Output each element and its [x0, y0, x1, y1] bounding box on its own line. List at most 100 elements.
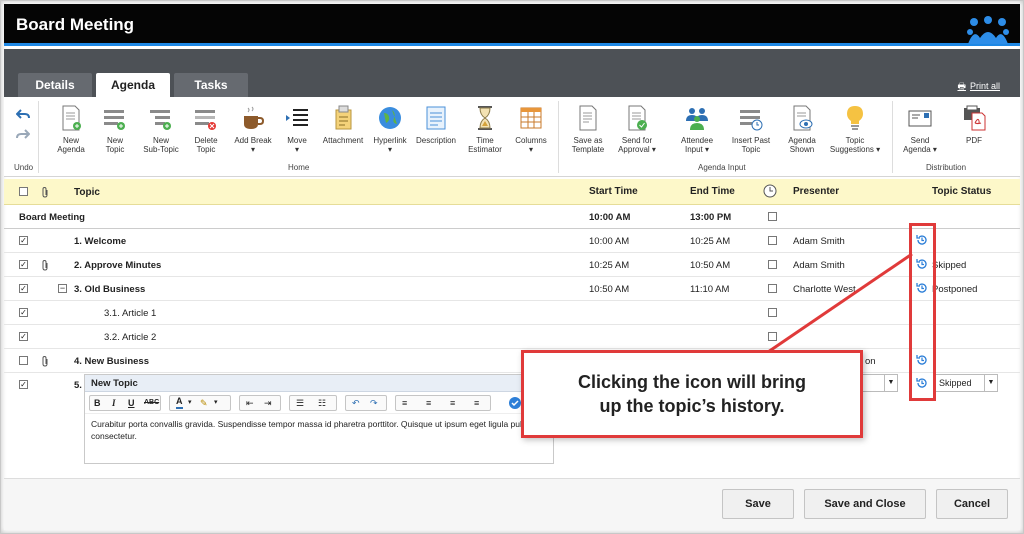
agenda-shown-button[interactable]: Agenda Shown	[782, 105, 822, 154]
align-left-icon[interactable]: ≡	[402, 396, 407, 410]
align-center-icon[interactable]: ≡	[426, 396, 431, 410]
add-break-button[interactable]: Add Break ▾	[230, 105, 276, 154]
description-label: Description	[415, 136, 456, 145]
spellcheck-icon[interactable]	[509, 397, 521, 409]
distribution-group-label: Distribution	[926, 163, 967, 172]
highlight-icon[interactable]: ✎	[200, 396, 208, 410]
col-presenter[interactable]: Presenter	[793, 186, 839, 197]
undo-icon[interactable]	[16, 109, 30, 121]
tab-details[interactable]: Details	[18, 73, 92, 97]
new-agenda-button[interactable]: New Agenda	[48, 105, 94, 154]
presenter-select[interactable]: ▼	[858, 374, 898, 392]
send-for-approval-button[interactable]: Send for Approval ▾	[614, 105, 660, 154]
attachment-icon	[335, 105, 352, 130]
callout-line-2: up the topic’s history.	[599, 396, 785, 416]
font-color-icon[interactable]: A	[176, 396, 183, 409]
paperclip-icon[interactable]	[41, 259, 49, 271]
columns-icon	[520, 107, 542, 129]
underline-icon[interactable]: U	[128, 396, 135, 410]
undo-edit-icon[interactable]: ↶	[352, 396, 360, 410]
topic-status-select[interactable]: Skipped ▼	[934, 374, 998, 392]
callout-line-1: Clicking the icon will bring	[577, 372, 806, 392]
col-start-time[interactable]: Start Time	[589, 186, 638, 197]
send-agenda-button[interactable]: Send Agenda ▾	[898, 105, 942, 154]
new-subtopic-button[interactable]: New Sub-Topic	[138, 105, 184, 154]
table-header: Topic Start Time End Time Presenter Topi…	[4, 179, 1020, 205]
move-button[interactable]: Move ▾	[280, 105, 314, 154]
printer-icon: 🖶	[957, 81, 966, 91]
hyperlink-button[interactable]: Hyperlink ▾	[370, 105, 410, 154]
indent-icon[interactable]: ⇥	[264, 396, 272, 410]
pdf-button[interactable]: PDF	[954, 105, 994, 145]
new-subtopic-icon	[150, 110, 171, 130]
topic-editor[interactable]: New Topic B I U ABC A ▾ ✎ ▾ ⇤ ⇥ ☰ ☷ ↶ ↷ …	[84, 374, 554, 464]
paperclip-icon[interactable]	[41, 355, 49, 367]
move-label: Move ▾	[287, 136, 307, 154]
strikethrough-icon[interactable]: ABC	[144, 396, 159, 410]
table-row[interactable]: Board Meeting 10:00 AM 13:00 PM	[4, 205, 1020, 229]
italic-icon[interactable]: I	[112, 396, 116, 410]
topic-suggestions-button[interactable]: Topic Suggestions ▾	[826, 105, 884, 154]
delete-topic-label: Delete Topic	[194, 136, 218, 154]
paperclip-icon	[42, 186, 48, 198]
new-topic-button[interactable]: New Topic	[96, 105, 134, 154]
highlight-dropdown-icon[interactable]: ▾	[214, 396, 218, 410]
row-checkbox[interactable]: ✓	[19, 332, 28, 341]
row-checkbox[interactable]: ✓	[19, 236, 28, 245]
col-topic[interactable]: Topic	[74, 187, 100, 198]
row-topic-title: 2. Approve Minutes	[74, 260, 162, 271]
send-agenda-label: Send Agenda ▾	[903, 136, 937, 154]
delete-topic-button[interactable]: Delete Topic	[186, 105, 226, 154]
lightbulb-icon	[847, 106, 863, 130]
home-group-label: Home	[288, 163, 310, 172]
columns-button[interactable]: Columns ▾	[510, 105, 552, 154]
row-time-checkbox[interactable]	[768, 236, 777, 245]
insert-past-topic-button[interactable]: Insert Past Topic	[724, 105, 778, 154]
cancel-button[interactable]: Cancel	[936, 489, 1008, 519]
title-bar: Board Meeting	[4, 4, 1020, 46]
row-topic-title: 3.1. Article 1	[104, 308, 157, 319]
row-checkbox[interactable]	[19, 356, 28, 365]
editor-toolbar: B I U ABC A ▾ ✎ ▾ ⇤ ⇥ ☰ ☷ ↶ ↷ ≡ ≡ ≡ ≡	[85, 392, 553, 414]
bullet-list-icon[interactable]: ☰	[296, 396, 304, 410]
row-time-checkbox[interactable]	[768, 212, 777, 221]
row-checkbox[interactable]: ✓	[19, 260, 28, 269]
print-all-link[interactable]: 🖶 Print all	[957, 79, 1004, 95]
attendee-input-button[interactable]: Attendee Input ▾	[674, 105, 720, 154]
bold-icon[interactable]: B	[94, 396, 101, 410]
align-justify-icon[interactable]: ≡	[450, 396, 455, 410]
row-end-time: 11:10 AM	[690, 284, 730, 295]
tab-tasks[interactable]: Tasks	[174, 73, 248, 97]
save-and-close-button[interactable]: Save and Close	[804, 489, 926, 519]
select-all-checkbox[interactable]	[19, 187, 28, 196]
row-checkbox[interactable]: ✓	[19, 380, 28, 389]
row-checkbox[interactable]: ✓	[19, 284, 28, 293]
row-checkbox[interactable]: ✓	[19, 308, 28, 317]
topic-description-textarea[interactable]: Curabitur porta convallis gravida. Suspe…	[85, 414, 553, 446]
collapse-icon[interactable]: −	[58, 284, 67, 293]
topic-status-value: Skipped	[939, 378, 972, 388]
hourglass-icon	[478, 106, 492, 130]
font-color-dropdown-icon[interactable]: ▾	[188, 396, 192, 410]
attachment-button[interactable]: Attachment	[318, 105, 368, 145]
add-break-label: Add Break ▾	[234, 136, 272, 154]
attendees-icon	[686, 108, 708, 130]
col-end-time[interactable]: End Time	[690, 186, 735, 197]
tab-agenda[interactable]: Agenda	[96, 73, 170, 97]
align-right-icon[interactable]: ≡	[474, 396, 479, 410]
new-topic-label: New Topic	[105, 136, 125, 154]
topic-title-input[interactable]: New Topic	[85, 375, 553, 392]
redo-edit-icon[interactable]: ↷	[370, 396, 378, 410]
description-button[interactable]: Description	[412, 105, 460, 145]
numbered-list-icon[interactable]: ☷	[318, 396, 326, 410]
save-button[interactable]: Save	[722, 489, 794, 519]
col-topic-status[interactable]: Topic Status	[932, 186, 991, 197]
redo-icon[interactable]	[16, 129, 30, 141]
save-as-template-button[interactable]: Save as Template	[566, 105, 610, 154]
time-estimator-button[interactable]: Time Estimator	[462, 105, 508, 154]
outdent-icon[interactable]: ⇤	[246, 396, 254, 410]
chevron-down-icon: ▼	[984, 375, 997, 391]
pdf-icon	[964, 105, 986, 131]
list-group: ☰ ☷	[289, 395, 337, 411]
columns-label: Columns ▾	[515, 136, 547, 154]
